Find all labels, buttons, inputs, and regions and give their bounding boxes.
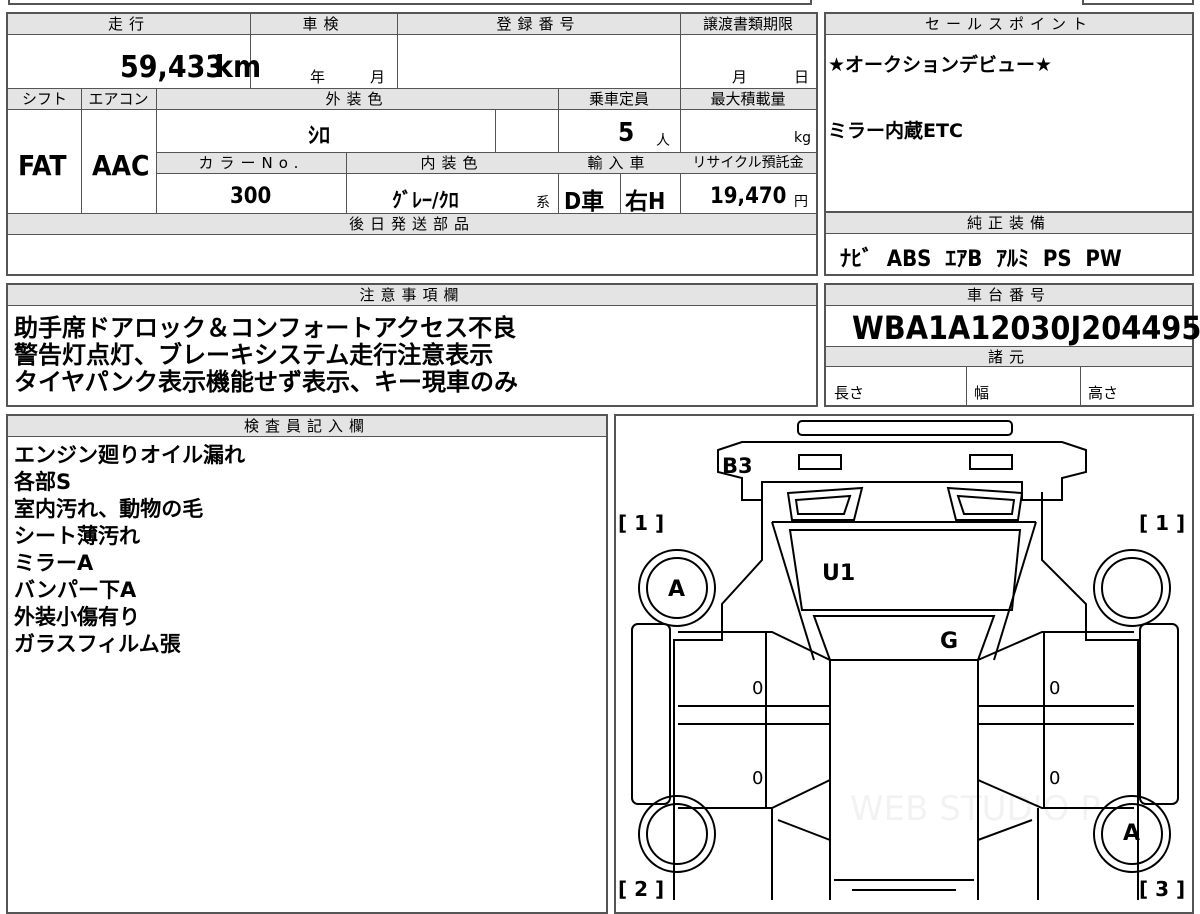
mark-windshield: U1 [822,561,855,586]
sales-point-box: セールスポイント ★オークションデビュー★ ミラー内蔵ETC [824,12,1194,213]
registration-label: 登録番号 [496,15,581,33]
sales-point-line-2: ミラー内蔵ETC [828,120,963,142]
mark-door-rl: 0 [752,768,763,789]
shaken-month: 月 [370,68,386,86]
notes-box: 注意事項欄 助手席ドアロック＆コンフォートアクセス不良 警告灯点灯、ブレーキシス… [6,283,818,407]
inspector-line-6: バンパー下A [14,578,137,602]
watermark: WEB STUDIO P [850,789,1101,829]
inspector-line-7: 外装小傷有り [14,605,140,629]
notes-label: 注意事項欄 [359,286,465,304]
mileage-value: 59,433 [120,50,225,85]
height-label: 高さ [1088,384,1119,402]
interior-color-suffix: 系 [536,195,550,211]
dimensions-label: 諸元 [987,348,1030,366]
car-diagram: B3 U1 G A A 0 0 0 0 [ 1 ] [ 1 ] [ 2 ] [ … [618,420,1185,901]
transfer-day: 日 [794,68,810,86]
tread-front-right: [ 1 ] [1139,511,1185,535]
inspector-line-3: 室内汚れ、動物の毛 [14,497,204,521]
inspector-line-8: ガラスフィルム張 [14,632,181,656]
length-label: 長さ [834,384,865,402]
later-parts-label: 後日発送部品 [348,215,475,233]
import-value: D車 [564,189,605,215]
equipment-box: 純正装備 ﾅﾋﾞ ABS ｴｱB ｱﾙﾐ PS PW [824,211,1194,276]
spec-table: 走行 車検 登録番号 譲渡書類期限 59,433 km 年 月 月 日 シフト … [6,12,818,276]
inspector-line-4: シート薄汚れ [14,524,140,548]
mark-door-fr: 0 [1049,678,1060,699]
shift-label: シフト [21,90,67,108]
recycle-unit: 円 [794,194,808,210]
notes-line-1: 助手席ドアロック＆コンフォートアクセス不良 [14,314,517,342]
mark-tire-front-left: A [668,577,685,602]
top-strip [0,0,1200,7]
tread-front-left: [ 1 ] [618,511,664,535]
width-label: 幅 [974,384,990,402]
capacity-unit: 人 [656,133,670,149]
interior-color-value: ｸﾞﾚｰ/ｸﾛ [392,188,459,212]
inspector-line-2: 各部S [14,470,72,494]
exterior-color-value: ｼﾛ [308,124,331,149]
import-label: 輸入車 [587,154,651,172]
mileage-label: 走行 [107,15,150,33]
sales-point-line-1: ★オークションデビュー★ [828,54,1053,76]
inspector-line-5: ミラーA [14,551,94,575]
mark-tire-rear-right: A [1123,821,1140,846]
exterior-color-label: 外装色 [325,90,389,108]
equipment-label: 純正装備 [966,214,1051,232]
shift-value: FAT [18,149,67,182]
chassis-box: 車台番号 WBA1A12030J204495 諸元 長さ 幅 高さ [824,283,1200,407]
mark-rear: B3 [722,454,753,478]
chassis-label: 車台番号 [966,286,1051,304]
mileage-unit: km [215,50,262,85]
shaken-year: 年 [310,68,326,86]
sales-point-label: セールスポイント [924,15,1093,33]
mark-door-fl: 0 [752,678,763,699]
shaken-label: 車検 [302,15,345,33]
steering-value: 右H [625,189,666,215]
inspector-box: 検査員記入欄 エンジン廻りオイル漏れ 各部S 室内汚れ、動物の毛 シート薄汚れ … [6,414,608,914]
color-no-value: 300 [230,184,272,209]
inspector-label: 検査員記入欄 [243,417,370,435]
ac-label: エアコン [88,90,149,108]
mark-door-rr: 0 [1049,768,1060,789]
max-load-unit: kg [794,130,811,146]
transfer-month: 月 [732,68,748,86]
interior-color-label: 内装色 [420,154,484,172]
capacity-label: 乗車定員 [588,90,649,108]
equipment-value: ﾅﾋﾞ ABS ｴｱB ｱﾙﾐ PS PW [840,247,1122,272]
inspector-line-1: エンジン廻りオイル漏れ [14,443,245,467]
tread-rear-left: [ 2 ] [618,877,664,901]
ac-value: AAC [92,149,150,182]
capacity-value: 5 [618,118,635,148]
notes-line-2: 警告灯点灯、ブレーキシステム走行注意表示 [14,341,494,369]
tread-rear-right: [ 3 ] [1139,877,1185,901]
color-no-label: カラーNo. [198,154,305,172]
mark-glass-roof: G [940,629,958,654]
recycle-label: リサイクル預託金 [692,155,804,171]
car-diagram-box: B3 U1 G A A 0 0 0 0 [ 1 ] [ 1 ] [ 2 ] [ … [614,414,1194,914]
notes-line-3: タイヤパンク表示機能せず表示、キー現車のみ [14,368,518,396]
chassis-number: WBA1A12030J204495 [852,309,1200,347]
recycle-value: 19,470 [710,184,787,209]
max-load-label: 最大積載量 [710,90,786,108]
transfer-deadline-label: 譲渡書類期限 [702,15,793,33]
